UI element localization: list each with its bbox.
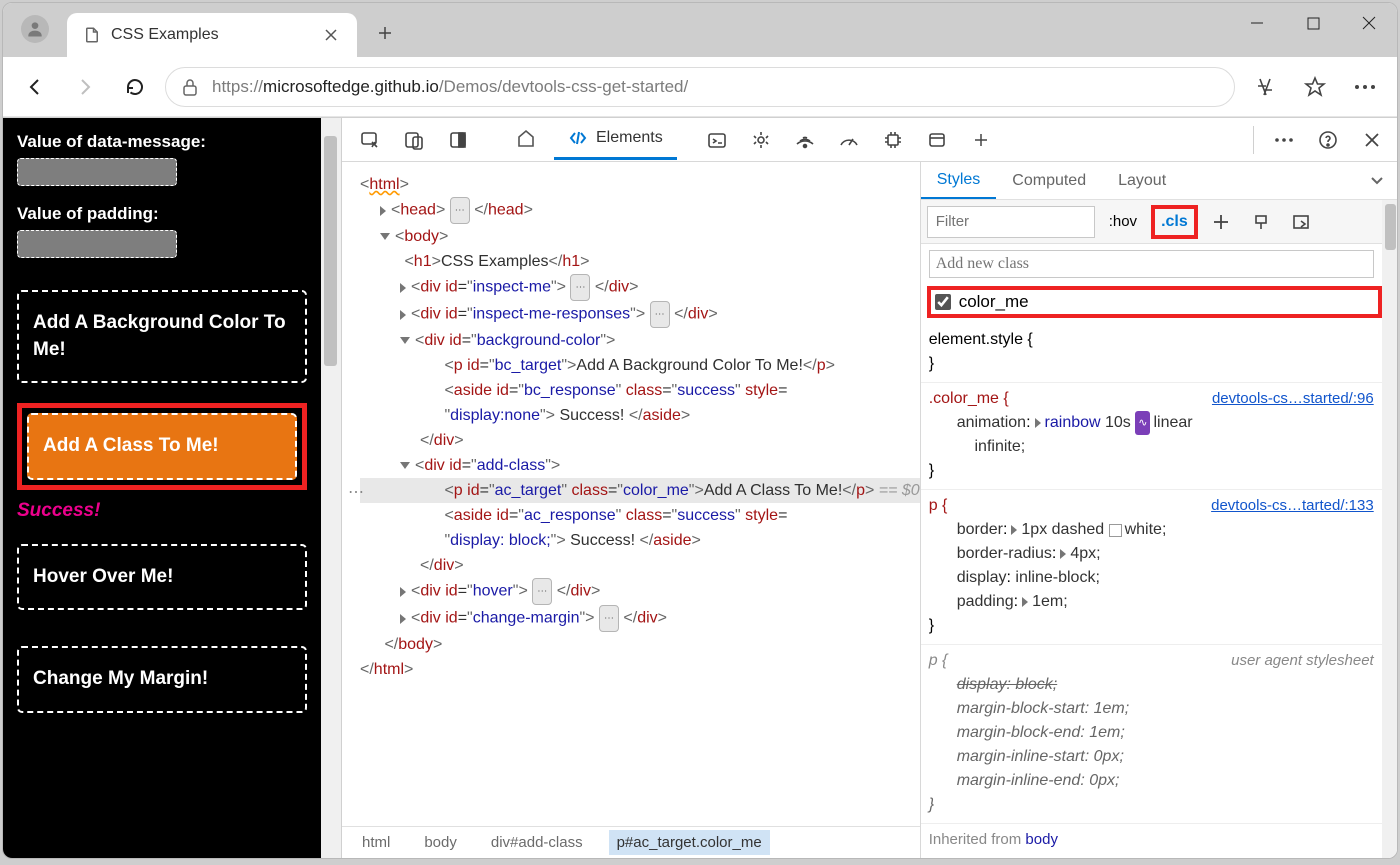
close-window-button[interactable]	[1341, 3, 1397, 43]
browser-tab[interactable]: CSS Examples	[67, 13, 357, 57]
hov-button[interactable]: :hov	[1101, 207, 1145, 236]
address-bar: https://microsoftedge.github.io/Demos/de…	[3, 57, 1397, 117]
cls-button[interactable]: .cls	[1151, 205, 1198, 239]
dock-button[interactable]	[438, 120, 478, 160]
profile-avatar[interactable]	[21, 15, 49, 43]
rule-p-ua: user agent stylesheet p { display: block…	[921, 645, 1382, 824]
breadcrumb-item-active[interactable]: p#ac_target.color_me	[609, 830, 770, 855]
page-pane: Value of data-message: Value of padding:…	[3, 118, 342, 858]
new-rule-button[interactable]	[1204, 207, 1238, 237]
styles-toolbar: :hov .cls	[921, 200, 1382, 244]
breadcrumb-item[interactable]: div#add-class	[483, 830, 591, 855]
read-aloud-button[interactable]	[1245, 67, 1285, 107]
value-box-padding	[17, 230, 177, 258]
device-toggle-button[interactable]	[394, 120, 434, 160]
favorite-button[interactable]	[1295, 67, 1335, 107]
devtools-toolbar: Elements	[342, 118, 1397, 162]
elements-tab-label: Elements	[596, 129, 663, 147]
rule-p: devtools-cs…tarted/:133 p { border:1px d…	[921, 490, 1382, 645]
console-button[interactable]	[697, 120, 737, 160]
menu-button[interactable]	[1345, 67, 1385, 107]
style-rules[interactable]: element.style { } devtools-cs…started/:9…	[921, 324, 1382, 858]
tab-title: CSS Examples	[111, 26, 313, 44]
styles-tab-styles[interactable]: Styles	[921, 162, 997, 199]
color-me-checkbox[interactable]	[935, 294, 951, 310]
copy-styles-button[interactable]	[1244, 207, 1278, 237]
hover-box[interactable]: Hover Over Me!	[17, 544, 307, 611]
breadcrumb[interactable]: html body div#add-class p#ac_target.colo…	[342, 826, 920, 858]
new-tab-button[interactable]	[365, 13, 405, 53]
source-link[interactable]: devtools-cs…tarted/:133	[1211, 494, 1374, 518]
close-icon[interactable]	[323, 27, 339, 43]
breadcrumb-item[interactable]: html	[354, 830, 398, 855]
styles-tab-layout[interactable]: Layout	[1102, 162, 1182, 199]
styles-tabs: Styles Computed Layout	[921, 162, 1397, 200]
styles-tab-computed[interactable]: Computed	[996, 162, 1102, 199]
highlight-add-class: Add A Class To Me!	[17, 403, 307, 490]
rule-color-me: devtools-cs…started/:96 .color_me { anim…	[921, 383, 1382, 490]
inherited-from: Inherited from body	[921, 824, 1382, 856]
more-tabs-button[interactable]	[961, 120, 1001, 160]
url-text: https://microsoftedge.github.io/Demos/de…	[212, 77, 688, 97]
styles-pane: Styles Computed Layout :hov .cls	[920, 162, 1397, 858]
dom-pane: <html> <head> ⋯ </head> <body> <h1>CSS E…	[342, 162, 920, 858]
breadcrumb-item[interactable]: body	[416, 830, 465, 855]
page-body: Value of data-message: Value of padding:…	[3, 118, 321, 858]
welcome-tab[interactable]	[502, 120, 550, 160]
page-scrollbar[interactable]	[321, 118, 341, 858]
success-text: Success!	[17, 500, 307, 522]
add-class-row	[921, 244, 1382, 284]
devtools-menu-button[interactable]	[1264, 120, 1304, 160]
help-button[interactable]	[1308, 120, 1348, 160]
performance-button[interactable]	[829, 120, 869, 160]
dom-tree[interactable]: <html> <head> ⋯ </head> <body> <h1>CSS E…	[342, 162, 920, 826]
titlebar: CSS Examples	[3, 3, 1397, 57]
inspect-element-button[interactable]	[350, 120, 390, 160]
chevron-down-icon[interactable]	[1354, 162, 1397, 199]
label-padding: Value of padding:	[17, 204, 307, 224]
devtools-panel: Elements <html> <head> ⋯ </hea	[342, 118, 1397, 858]
elements-tab[interactable]: Elements	[554, 120, 677, 160]
label-data-message: Value of data-message:	[17, 132, 307, 152]
styles-filter-input[interactable]	[927, 206, 1095, 238]
minimize-button[interactable]	[1229, 3, 1285, 43]
page-icon	[83, 26, 101, 44]
styles-scrollbar[interactable]	[1382, 200, 1397, 858]
computed-toggle-button[interactable]	[1284, 207, 1318, 237]
browser-window: CSS Examples https://microsoftedge.githu…	[2, 2, 1398, 859]
value-box-data-message	[17, 158, 177, 186]
sources-button[interactable]	[741, 120, 781, 160]
margin-box[interactable]: Change My Margin!	[17, 646, 307, 713]
scrollbar-thumb[interactable]	[324, 136, 337, 366]
memory-button[interactable]	[873, 120, 913, 160]
source-link[interactable]: devtools-cs…started/:96	[1212, 387, 1374, 411]
devtools-body: <html> <head> ⋯ </head> <body> <h1>CSS E…	[342, 162, 1397, 858]
lock-icon	[182, 78, 198, 96]
maximize-button[interactable]	[1285, 3, 1341, 43]
network-button[interactable]	[785, 120, 825, 160]
add-class-box[interactable]: Add A Class To Me!	[27, 413, 297, 480]
back-button[interactable]	[15, 67, 55, 107]
application-button[interactable]	[917, 120, 957, 160]
window-controls	[1229, 3, 1397, 43]
refresh-button[interactable]	[115, 67, 155, 107]
add-class-input[interactable]	[929, 250, 1374, 278]
forward-button[interactable]	[65, 67, 105, 107]
content-area: Value of data-message: Value of padding:…	[3, 117, 1397, 858]
bg-color-box[interactable]: Add A Background Color To Me!	[17, 290, 307, 383]
close-devtools-button[interactable]	[1352, 120, 1392, 160]
rule-element-style: element.style { }	[921, 324, 1382, 383]
class-toggle-color-me[interactable]: color_me	[927, 286, 1382, 318]
url-field[interactable]: https://microsoftedge.github.io/Demos/de…	[165, 67, 1235, 107]
